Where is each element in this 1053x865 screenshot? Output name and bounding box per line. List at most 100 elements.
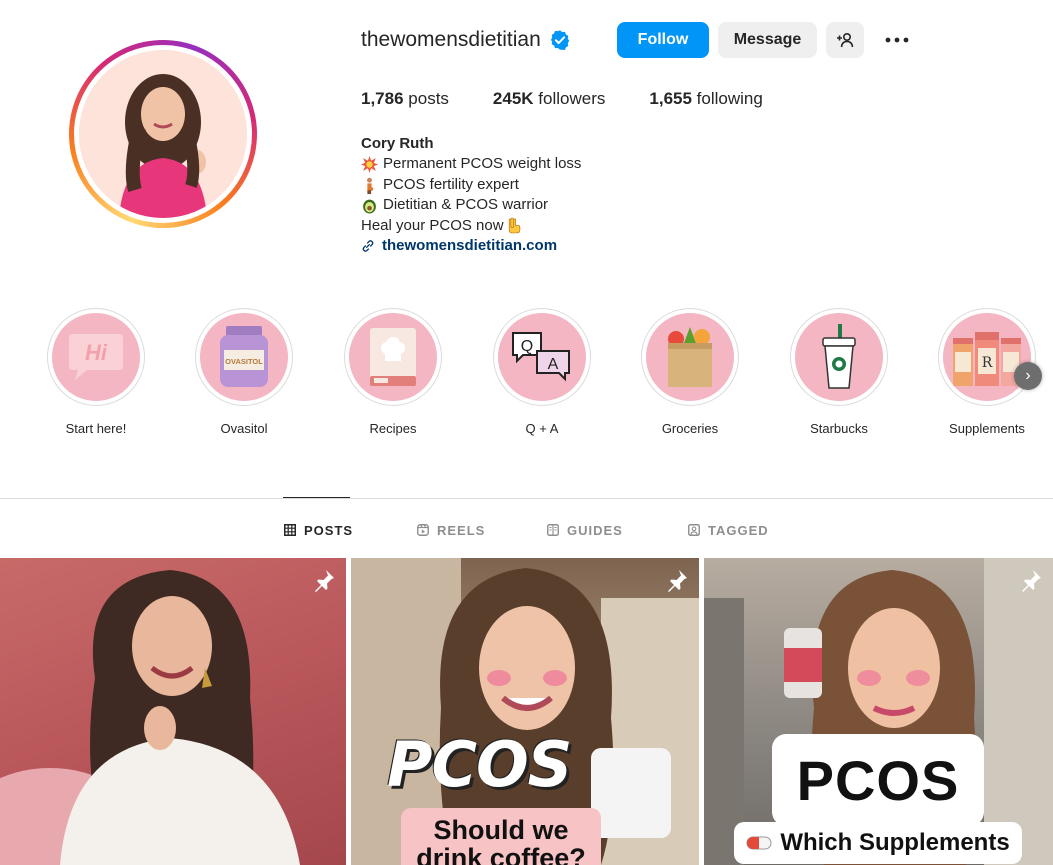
bio-text-2: PCOS fertility expert bbox=[383, 175, 519, 193]
highlight-label: Start here! bbox=[65, 421, 127, 436]
post-thumbnail-1[interactable] bbox=[0, 558, 346, 865]
pregnant-woman-emoji-icon bbox=[367, 177, 374, 194]
post-2-caption-line-2: drink coffee? bbox=[416, 843, 586, 865]
chevron-right-icon: › bbox=[1025, 367, 1031, 384]
post-1-photo bbox=[0, 570, 300, 865]
pointing-down-emoji-icon bbox=[508, 218, 520, 234]
profile-bio: Cory Ruth Permanent PCOS weight loss PCO… bbox=[361, 134, 581, 256]
highlight-cover: R bbox=[943, 313, 1031, 401]
highlight-cover: Hi bbox=[52, 313, 140, 401]
highlight-ring: Q A bbox=[493, 308, 591, 406]
tagged-person-icon bbox=[688, 524, 700, 536]
highlight-cover bbox=[349, 313, 437, 401]
tab-guides-label: GUIDES bbox=[567, 522, 623, 538]
bio-line-1: Permanent PCOS weight loss bbox=[361, 154, 581, 174]
followers-stat[interactable]: 245K followers bbox=[493, 89, 605, 109]
highlight-qa[interactable]: Q A Q + A bbox=[492, 308, 592, 436]
hi-speech-bubble-icon: Hi bbox=[69, 334, 123, 380]
svg-text:R: R bbox=[982, 355, 993, 371]
svg-text:A: A bbox=[548, 356, 559, 373]
highlight-ovasitol[interactable]: OVASITOL Ovasitol bbox=[194, 308, 294, 436]
avatar-border bbox=[74, 45, 252, 223]
tab-tagged-label: TAGGED bbox=[708, 522, 769, 538]
bio-line-3: Dietitian & PCOS warrior bbox=[361, 195, 581, 215]
following-stat[interactable]: 1,655 following bbox=[649, 89, 762, 109]
followers-count: 245K bbox=[492, 89, 534, 108]
qa-bubbles-icon: Q A bbox=[512, 332, 570, 382]
highlight-ring: Hi bbox=[47, 308, 145, 406]
highlight-label: Ovasitol bbox=[220, 421, 268, 436]
pill-emoji-icon bbox=[746, 836, 772, 850]
followers-label: followers bbox=[538, 89, 606, 108]
avatar-portrait bbox=[79, 50, 247, 218]
highlight-label: Starbucks bbox=[810, 421, 868, 436]
highlight-ring: OVASITOL bbox=[195, 308, 293, 406]
active-tab-indicator bbox=[283, 497, 350, 498]
follow-button[interactable]: Follow bbox=[617, 22, 709, 58]
suggested-accounts-button[interactable] bbox=[826, 22, 864, 58]
highlight-cover: Q A bbox=[498, 313, 586, 401]
story-highlights: Hi Start here! OVASITOL Ovasitol Recipes… bbox=[46, 308, 1046, 448]
profile-avatar-story-ring[interactable] bbox=[69, 40, 257, 228]
highlight-label: Recipes bbox=[369, 421, 417, 436]
post-thumbnail-3[interactable]: PCOS Which Supplements bbox=[704, 558, 1053, 865]
profile-username: thewomensdietitian bbox=[361, 28, 541, 51]
highlight-cover bbox=[795, 313, 883, 401]
highlight-groceries[interactable]: Groceries bbox=[640, 308, 740, 436]
posts-label: posts bbox=[408, 89, 449, 108]
jar-label-text: OVASITOL bbox=[225, 357, 263, 366]
highlight-ring bbox=[790, 308, 888, 406]
username-row: thewomensdietitian bbox=[361, 22, 571, 58]
post-thumbnail-2[interactable]: PCOS Should we drink coffee? bbox=[351, 558, 699, 865]
profile-stats: 1,786 posts 245K followers 1,655 followi… bbox=[361, 89, 807, 109]
more-options-button[interactable] bbox=[878, 22, 916, 58]
tab-posts[interactable]: POSTS bbox=[284, 520, 353, 540]
more-horizontal-icon bbox=[885, 37, 909, 43]
post-3-overlay-title-box: PCOS bbox=[772, 734, 984, 826]
highlight-starbucks[interactable]: Starbucks bbox=[789, 308, 889, 436]
highlights-next-button[interactable]: › bbox=[1014, 362, 1042, 390]
grocery-bag-icon bbox=[668, 327, 712, 387]
starbucks-cup-icon bbox=[822, 324, 856, 389]
message-button[interactable]: Message bbox=[718, 22, 817, 58]
highlight-start-here[interactable]: Hi Start here! bbox=[46, 308, 146, 436]
highlight-label: Q + A bbox=[525, 421, 559, 436]
tab-reels-label: REELS bbox=[437, 522, 486, 538]
pinned-post-icon bbox=[315, 570, 334, 592]
post-2-overlay-caption: Should we drink coffee? bbox=[401, 808, 601, 865]
highlight-label: Groceries bbox=[661, 421, 719, 436]
link-icon bbox=[362, 240, 374, 252]
pinned-post-icon bbox=[668, 570, 687, 592]
bio-text-1: Permanent PCOS weight loss bbox=[383, 155, 582, 173]
bio-line-4: Heal your PCOS now bbox=[361, 216, 581, 236]
following-label: following bbox=[696, 89, 763, 108]
highlight-ring bbox=[641, 308, 739, 406]
tab-tagged[interactable]: TAGGED bbox=[688, 520, 769, 540]
verified-badge-icon bbox=[550, 30, 569, 50]
bio-website-link[interactable]: thewomensdietitian.com bbox=[361, 236, 581, 256]
post-3-overlay-title: PCOS bbox=[796, 748, 960, 812]
highlight-ring bbox=[344, 308, 442, 406]
tab-reels[interactable]: REELS bbox=[417, 520, 485, 540]
posts-stat: 1,786 posts bbox=[361, 89, 449, 109]
post-2-overlay-title: PCOS bbox=[387, 728, 572, 801]
bio-full-name: Cory Ruth bbox=[361, 135, 434, 152]
bio-text-3: Dietitian & PCOS warrior bbox=[383, 196, 549, 214]
avocado-emoji-icon bbox=[363, 199, 376, 214]
tab-posts-label: POSTS bbox=[304, 522, 354, 538]
highlight-ring: R bbox=[938, 308, 1036, 406]
tab-guides[interactable]: GUIDES bbox=[547, 520, 623, 540]
bio-text-4: Heal your PCOS now bbox=[361, 216, 504, 234]
svg-text:Q: Q bbox=[521, 338, 533, 355]
posts-count: 1,786 bbox=[361, 89, 404, 108]
guides-icon bbox=[547, 524, 559, 536]
post-3-caption-text: Which Supplements bbox=[780, 829, 1010, 856]
hi-bubble-text: Hi bbox=[85, 340, 108, 365]
highlight-recipes[interactable]: Recipes bbox=[343, 308, 443, 436]
bio-line-2: PCOS fertility expert bbox=[361, 175, 581, 195]
cookbook-icon bbox=[370, 328, 416, 386]
highlight-label: Supplements bbox=[949, 421, 1025, 436]
collision-emoji-icon bbox=[361, 156, 378, 174]
pinned-post-icon bbox=[1022, 570, 1041, 592]
reels-icon bbox=[417, 524, 429, 536]
